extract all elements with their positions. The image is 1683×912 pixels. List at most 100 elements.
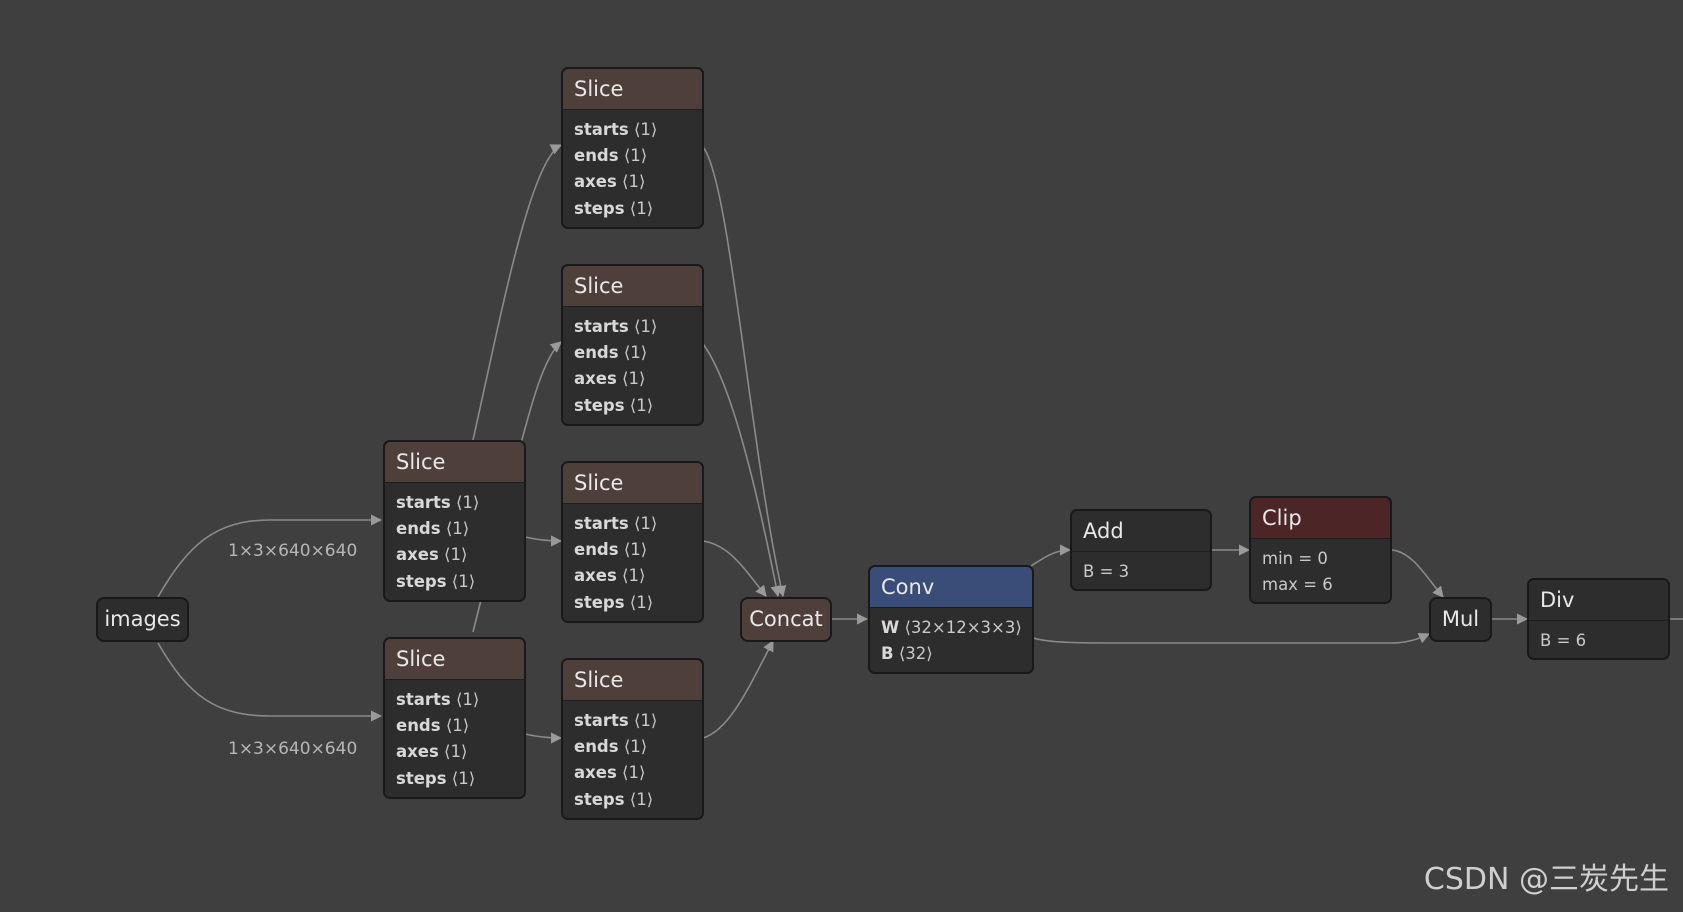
attr-row: min = 0 — [1262, 549, 1328, 568]
attr-row: starts ⟨1⟩ — [574, 314, 702, 340]
mul-node[interactable]: Mul — [1429, 597, 1492, 642]
attr-key: steps — [574, 592, 625, 612]
attr-value: ⟨1⟩ — [633, 317, 658, 336]
attr-value: ⟨1⟩ — [633, 711, 658, 730]
slice-node-a[interactable]: Slice starts ⟨1⟩ ends ⟨1⟩ axes ⟨1⟩ steps… — [383, 440, 526, 602]
edge-label-lower: 1×3×640×640 — [228, 739, 358, 759]
attr-value: ⟨1⟩ — [444, 742, 468, 762]
div-attrs: B = 6 — [1529, 621, 1668, 654]
images-input-label: images — [104, 607, 181, 631]
attr-key: starts — [396, 493, 451, 512]
edge-images-slice-b — [157, 642, 383, 722]
attr-row: steps ⟨1⟩ — [574, 590, 702, 616]
edge-conv-mul — [1032, 632, 1431, 644]
mul-label: Mul — [1441, 607, 1480, 631]
attr-row: ends ⟨1⟩ — [396, 713, 524, 739]
attr-key: ends — [396, 716, 441, 736]
add-node[interactable]: Add B = 3 — [1070, 509, 1212, 591]
edge-clip-mul — [1391, 549, 1444, 598]
edge-label-upper: 1×3×640×640 — [228, 541, 358, 561]
attr-row: axes ⟨1⟩ — [574, 366, 702, 392]
slice-node-d[interactable]: Slice starts ⟨1⟩ ends ⟨1⟩ axes ⟨1⟩ steps… — [561, 264, 704, 426]
clip-attrs: min = 0 max = 6 — [1251, 539, 1390, 598]
attr-key: starts — [396, 690, 451, 709]
edge-slice-c-concat — [702, 146, 787, 598]
attr-row: ends ⟨1⟩ — [574, 143, 702, 169]
attr-row: ends ⟨1⟩ — [574, 537, 702, 563]
attr-value: ⟨1⟩ — [622, 172, 646, 192]
attr-key: W — [881, 618, 900, 637]
graph-edges — [157, 144, 1683, 744]
edge-slice-b-to-f — [524, 732, 563, 744]
graph-canvas: images 1×3×640×640 1×3×640×640 Slice sta… — [0, 0, 1683, 912]
div-node[interactable]: Div B = 6 — [1527, 578, 1670, 660]
attr-row: ends ⟨1⟩ — [574, 340, 702, 366]
attr-value: ⟨1⟩ — [455, 690, 480, 709]
attr-key: starts — [574, 711, 629, 730]
attr-row: starts ⟨1⟩ — [574, 511, 702, 537]
slice-node-b-attrs: starts ⟨1⟩ ends ⟨1⟩ axes ⟨1⟩ steps ⟨1⟩ — [385, 680, 524, 792]
attr-row: B = 6 — [1540, 631, 1587, 650]
conv-node[interactable]: Conv W ⟨32×12×3×3⟩ B ⟨32⟩ — [868, 565, 1034, 674]
concat-node[interactable]: Concat — [740, 597, 832, 642]
attr-value: ⟨1⟩ — [623, 146, 648, 166]
attr-row: max = 6 — [1262, 575, 1333, 595]
attr-row: ends ⟨1⟩ — [396, 516, 524, 542]
slice-node-d-title: Slice — [563, 266, 702, 307]
attr-row: steps ⟨1⟩ — [574, 393, 702, 419]
attr-key: steps — [396, 768, 447, 788]
slice-node-c-attrs: starts ⟨1⟩ ends ⟨1⟩ axes ⟨1⟩ steps ⟨1⟩ — [563, 110, 702, 222]
edge-slice-e-concat — [702, 540, 767, 597]
edge-conv-add — [1030, 544, 1072, 567]
edge-slice-f-concat — [702, 640, 774, 739]
concat-label: Concat — [749, 607, 823, 631]
attr-value: ⟨1⟩ — [629, 592, 654, 612]
attr-key: starts — [574, 514, 629, 533]
images-input-node[interactable]: images — [96, 597, 189, 642]
slice-node-e[interactable]: Slice starts ⟨1⟩ ends ⟨1⟩ axes ⟨1⟩ steps… — [561, 461, 704, 623]
attr-key: steps — [574, 789, 625, 809]
edge-slice-d-concat — [702, 343, 782, 598]
attr-key: starts — [574, 317, 629, 336]
attr-key: starts — [574, 120, 629, 139]
attr-key: axes — [396, 545, 439, 565]
slice-node-c-title: Slice — [563, 69, 702, 110]
attr-key: axes — [574, 566, 617, 586]
attr-key: ends — [574, 540, 619, 560]
slice-node-f-attrs: starts ⟨1⟩ ends ⟨1⟩ axes ⟨1⟩ steps ⟨1⟩ — [563, 701, 702, 813]
edge-slice-a-to-c — [472, 144, 563, 441]
attr-value: ⟨1⟩ — [622, 763, 646, 783]
edge-slice-a-to-e — [524, 535, 563, 547]
attr-row: steps ⟨1⟩ — [574, 787, 702, 813]
attr-row: starts ⟨1⟩ — [574, 117, 702, 143]
slice-node-f[interactable]: Slice starts ⟨1⟩ ends ⟨1⟩ axes ⟨1⟩ steps… — [561, 658, 704, 820]
attr-key: ends — [574, 737, 619, 757]
attr-row: starts ⟨1⟩ — [396, 490, 524, 516]
attr-value: ⟨1⟩ — [629, 198, 654, 218]
attr-row: steps ⟨1⟩ — [574, 196, 702, 222]
slice-node-b-title: Slice — [385, 639, 524, 680]
div-title: Div — [1529, 580, 1668, 621]
attr-row: axes ⟨1⟩ — [574, 563, 702, 589]
attr-value: ⟨1⟩ — [623, 737, 648, 757]
attr-value: ⟨1⟩ — [623, 540, 648, 560]
attr-row: axes ⟨1⟩ — [574, 169, 702, 195]
slice-node-b[interactable]: Slice starts ⟨1⟩ ends ⟨1⟩ axes ⟨1⟩ steps… — [383, 637, 526, 799]
attr-value: ⟨1⟩ — [444, 545, 468, 565]
attr-key: steps — [574, 198, 625, 218]
attr-key: axes — [574, 172, 617, 192]
slice-node-c[interactable]: Slice starts ⟨1⟩ ends ⟨1⟩ axes ⟨1⟩ steps… — [561, 67, 704, 229]
slice-node-a-attrs: starts ⟨1⟩ ends ⟨1⟩ axes ⟨1⟩ steps ⟨1⟩ — [385, 483, 524, 595]
attr-key: axes — [574, 763, 617, 783]
attr-key: ends — [574, 343, 619, 363]
attr-key: axes — [396, 742, 439, 762]
add-title: Add — [1072, 511, 1210, 552]
attr-value: ⟨1⟩ — [633, 120, 658, 139]
slice-node-e-attrs: starts ⟨1⟩ ends ⟨1⟩ axes ⟨1⟩ steps ⟨1⟩ — [563, 504, 702, 616]
slice-node-a-title: Slice — [385, 442, 524, 483]
clip-title: Clip — [1251, 498, 1390, 539]
attr-row: B ⟨32⟩ — [881, 641, 1032, 667]
watermark-text: CSDN @三炭先生 — [1423, 862, 1669, 897]
attr-value: ⟨32×12×3×3⟩ — [904, 618, 1022, 637]
clip-node[interactable]: Clip min = 0 max = 6 — [1249, 496, 1392, 604]
